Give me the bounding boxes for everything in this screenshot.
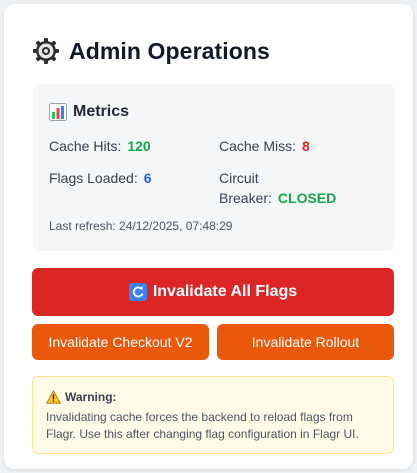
flags-loaded-label: Flags Loaded: <box>49 170 138 186</box>
metrics-panel: Metrics Cache Hits: 120 Cache Miss: 8 Flag… <box>33 84 395 251</box>
flags-loaded-metric: Flags Loaded: 6 <box>49 168 152 188</box>
bar-chart-icon <box>49 103 67 121</box>
cache-miss-label: Cache Miss: <box>219 138 297 154</box>
circuit-breaker-status: CLOSED <box>277 190 337 206</box>
cache-miss-value: 8 <box>302 138 310 154</box>
invalidate-rollout-button[interactable]: Invalidate Rollout <box>217 324 394 360</box>
warning-heading: Warning: <box>46 390 117 404</box>
warning-title: Warning: <box>65 390 117 404</box>
title-text: Admin Operations <box>69 37 270 64</box>
cache-hits-value: 120 <box>127 138 151 154</box>
invalidate-checkout-v2-button[interactable]: Invalidate Checkout V2 <box>32 324 209 360</box>
flags-loaded-value: 6 <box>143 170 152 186</box>
invalidate-all-flags-button[interactable]: Invalidate All Flags <box>32 268 394 316</box>
metrics-heading-label: Metrics <box>73 103 130 120</box>
invalidate-all-label: Invalidate All Flags <box>152 283 298 300</box>
warning-box: Warning: Invalidating cache forces the b… <box>32 376 394 454</box>
warning-icon <box>46 390 61 404</box>
cache-hits-metric: Cache Hits: 120 <box>49 136 151 156</box>
page-title: Admin Operations <box>32 36 270 66</box>
gear-icon <box>33 38 59 64</box>
last-refresh: Last refresh: 24/12/2025, 07:48:29 <box>49 219 233 233</box>
refresh-icon <box>128 283 147 301</box>
circuit-breaker-metric: Circuit Breaker: CLOSED <box>219 168 336 208</box>
cache-miss-metric: Cache Miss: 8 <box>219 136 310 156</box>
circuit-label-line-1: Circuit <box>219 170 259 186</box>
admin-operations-card: Admin Operations Metrics Cache Hits: 120 … <box>4 4 413 469</box>
circuit-label-line-2: Breaker: <box>219 190 272 206</box>
warning-text: Invalidating cache forces the backend to… <box>46 410 359 441</box>
cache-hits-label: Cache Hits: <box>49 138 122 154</box>
metrics-heading: Metrics <box>49 103 129 121</box>
